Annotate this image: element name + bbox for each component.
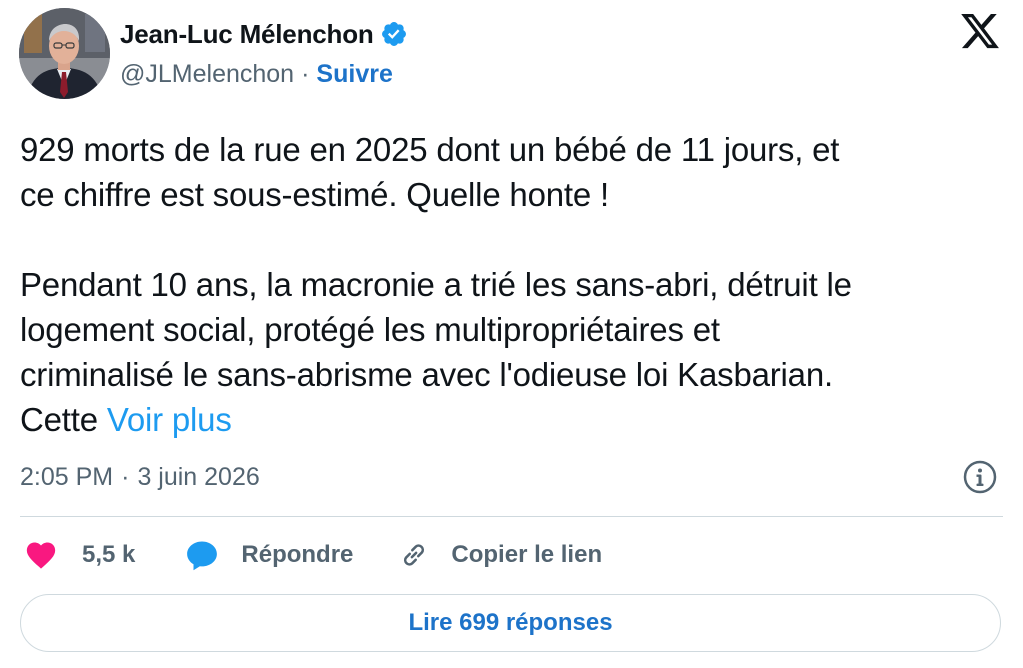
info-icon[interactable] — [962, 459, 998, 495]
reply-button[interactable]: Répondre — [185, 538, 353, 572]
author-handle[interactable]: @JLMelenchon — [120, 60, 294, 89]
author-handle-row: @JLMelenchon · Suivre — [120, 57, 393, 91]
verified-badge-icon — [380, 20, 408, 48]
avatar-portrait — [19, 8, 110, 99]
follow-button[interactable]: Suivre — [316, 60, 392, 89]
avatar[interactable] — [19, 8, 110, 99]
see-more-link[interactable]: Voir plus — [107, 401, 232, 438]
like-button[interactable]: 5,5 k — [24, 538, 135, 572]
tweet-paragraph: 929 morts de la rue en 2025 dont un bébé… — [20, 131, 840, 213]
read-replies-button[interactable]: Lire 699 réponses — [20, 594, 1001, 652]
link-icon — [397, 538, 431, 572]
read-replies-label: Lire 699 réponses — [408, 609, 613, 636]
tweet-body: 929 morts de la rue en 2025 dont un bébé… — [20, 127, 1000, 442]
tweet-timestamp[interactable]: 2:05 PM · 3 juin 2026 — [20, 459, 260, 495]
divider — [20, 516, 1003, 517]
tweet-actions-bar: 5,5 k Répondre Copier le lien — [24, 533, 602, 577]
separator-dot: · — [121, 462, 130, 491]
author-display-name[interactable]: Jean-Luc Mélenchon — [120, 19, 374, 50]
tweet-embed-card: Jean-Luc Mélenchon @JLMelenchon · Suivre… — [0, 0, 1023, 668]
like-count: 5,5 k — [82, 541, 136, 568]
tweet-paragraph: Pendant 10 ans, la macronie a trié les s… — [20, 262, 1000, 442]
heart-icon — [24, 538, 58, 572]
reply-label: Répondre — [241, 541, 354, 568]
x-logo-icon[interactable] — [958, 10, 1002, 52]
speech-bubble-icon — [185, 538, 219, 572]
separator-dot: · — [301, 59, 310, 88]
tweet-date: 3 juin 2026 — [137, 462, 260, 491]
tweet-time: 2:05 PM — [20, 462, 114, 491]
copy-link-button[interactable]: Copier le lien — [397, 538, 602, 572]
author-name-row: Jean-Luc Mélenchon — [120, 16, 408, 52]
copy-link-label: Copier le lien — [451, 541, 603, 568]
